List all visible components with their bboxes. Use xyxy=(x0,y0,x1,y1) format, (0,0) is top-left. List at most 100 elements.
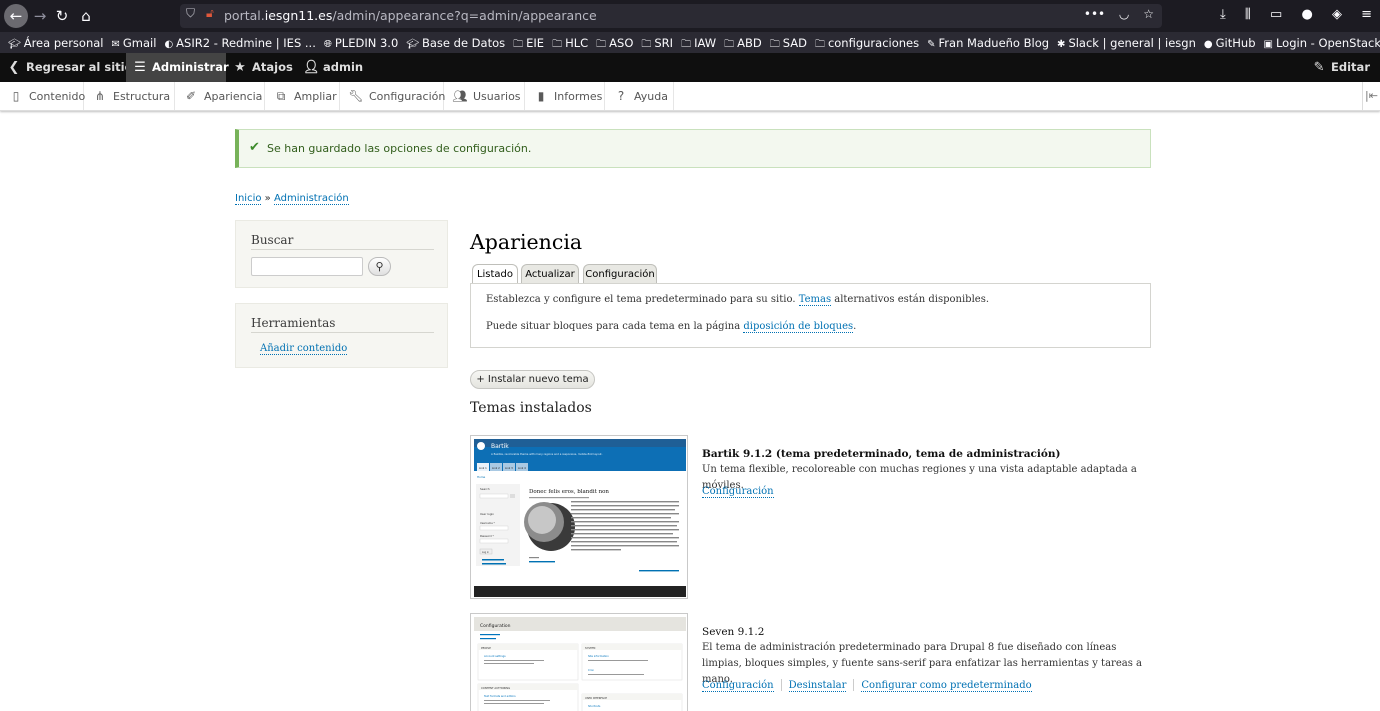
reload-icon[interactable]: ↻ xyxy=(50,4,74,28)
bartik-preview-password: Password * xyxy=(480,534,494,538)
breadcrumb: Inicio » Administración xyxy=(235,193,349,205)
tray-item-people[interactable]: 👥︎ Usuarios xyxy=(444,82,525,110)
page-title: Apariencia xyxy=(470,230,583,254)
tab-configuracion[interactable]: Configuración xyxy=(583,264,657,284)
bookmark-item[interactable]: 🗀 ASO xyxy=(596,33,633,53)
bookmark-item[interactable]: ◐ ASIR2 - Redmine | IES ... xyxy=(164,33,315,53)
bookmark-item[interactable]: 🗀 configuraciones xyxy=(815,33,919,53)
installed-themes-heading: Temas instalados xyxy=(470,400,592,416)
bookmark-star-icon[interactable]: ☆ xyxy=(1143,7,1154,21)
add-content-link[interactable]: Añadir contenido xyxy=(260,343,348,355)
seven-preview-system-heading: SYSTEM xyxy=(585,646,595,650)
edit-toggle[interactable]: ✎ Editar xyxy=(1311,53,1370,82)
help-text: . xyxy=(853,321,857,332)
seven-configuration-link[interactable]: Configuración xyxy=(702,679,774,692)
help-text: Establezca y configure el tema predeterm… xyxy=(486,294,799,305)
bookmark-item[interactable]: 🎓︎ Área personal xyxy=(8,33,103,53)
bookmark-item[interactable]: 🗀 SAD xyxy=(770,33,807,53)
bookmark-item[interactable]: 🗀 EIE xyxy=(513,33,544,53)
seven-preview-cron-link: Cron xyxy=(588,668,594,672)
seven-preview-title: Configuration xyxy=(480,623,511,629)
bartik-preview-username: Username * xyxy=(480,521,496,525)
shortcuts-tab[interactable]: ★ Atajos xyxy=(232,53,293,82)
bookmark-item[interactable]: 🌐︎ PLEDIN 3.0 xyxy=(324,33,398,53)
bookmark-label: Slack | general | iesgn xyxy=(1068,36,1196,50)
github-icon: ● xyxy=(1203,39,1213,50)
admin-toolbar: ❮ Regresar al sitio ☰ Administrar ★ Atajos … xyxy=(0,53,1380,82)
back-to-site-label: Regresar al sitio xyxy=(26,60,133,74)
bookmark-label: GitHub xyxy=(1215,36,1256,50)
menu-icon[interactable]: ≡ xyxy=(1361,7,1372,22)
tray-label-configuration: Configuración xyxy=(369,90,446,103)
divider xyxy=(780,679,782,691)
bartik-theme-links: Configuración xyxy=(702,486,774,498)
tray-item-appearance[interactable]: ✐ Apariencia xyxy=(175,82,265,110)
breadcrumb-admin-link[interactable]: Administración xyxy=(273,193,349,205)
tray-item-configuration[interactable]: 🔧︎ Configuración xyxy=(340,82,446,110)
back-arrow-icon[interactable]: ← xyxy=(4,4,28,28)
browser-toolbar: ← → ↻ ⌂ ⛉ 🔓︎ portal.iesgn11.es/admin/app… xyxy=(0,0,1380,32)
shortcuts-label: Atajos xyxy=(252,60,293,74)
user-tab[interactable]: 👤︎ admin xyxy=(303,53,363,82)
themes-link[interactable]: Temas xyxy=(798,294,832,306)
more-actions-icon[interactable]: ••• xyxy=(1084,7,1105,21)
bookmark-label: configuraciones xyxy=(827,36,920,50)
pocket-icon[interactable]: ◡ xyxy=(1119,7,1129,21)
bookmark-item[interactable]: 🗀 IAW xyxy=(681,33,716,53)
divider xyxy=(251,249,434,250)
library-icon[interactable]: ⫼ xyxy=(1245,7,1251,22)
tray-item-extend[interactable]: ⧉ Ampliar xyxy=(265,82,340,110)
search-input[interactable] xyxy=(251,257,363,276)
extensions-icon[interactable]: ◈ xyxy=(1332,7,1342,22)
url-prefix: portal. xyxy=(224,8,265,23)
seven-set-default-link[interactable]: Configurar como predeterminado xyxy=(861,679,1032,692)
search-icon: ⚲ xyxy=(375,260,384,273)
address-bar[interactable]: ⛉ 🔓︎ portal.iesgn11.es/admin/appearance?… xyxy=(180,4,1162,28)
bookmark-label: Área personal xyxy=(23,36,104,50)
bookmark-item[interactable]: ✎ Fran Madueño Blog xyxy=(927,33,1049,53)
block-layout-link[interactable]: diposición de bloques xyxy=(743,321,854,333)
tray-label-appearance: Apariencia xyxy=(204,90,263,103)
tray-item-help[interactable]: ? Ayuda xyxy=(605,82,674,110)
bookmark-item[interactable]: 🎓︎ Base de Datos xyxy=(406,33,505,53)
tray-item-structure[interactable]: ⋔ Estructura xyxy=(84,82,175,110)
home-icon[interactable]: ⌂ xyxy=(74,4,98,28)
structure-icon: ⋔ xyxy=(94,89,106,103)
sidebar-icon[interactable]: ▭ xyxy=(1270,7,1282,22)
bookmark-item[interactable]: ✱ Slack | general | iesgn xyxy=(1057,33,1196,53)
url-text[interactable]: portal.iesgn11.es/admin/appearance?q=adm… xyxy=(224,8,597,23)
breadcrumb-home-link[interactable]: Inicio xyxy=(235,193,262,205)
insecure-lock-icon[interactable]: 🔓︎ xyxy=(206,6,214,21)
bartik-preview-login-button: Log in xyxy=(482,551,489,554)
bookmark-item[interactable]: 🗀 HLC xyxy=(552,33,588,53)
bookmark-item[interactable]: 🗀 SRI xyxy=(641,33,673,53)
account-icon[interactable]: ● xyxy=(1301,7,1312,22)
download-icon[interactable]: ⤓ xyxy=(1220,7,1226,22)
status-message-text: Se han guardado las opciones de configur… xyxy=(267,142,532,155)
tray-item-reports[interactable]: ▮ Informes xyxy=(525,82,605,110)
bookmark-label: Gmail xyxy=(122,36,157,50)
bookmark-item[interactable]: ● GitHub xyxy=(1204,33,1256,53)
bookmark-item[interactable]: ▣Login - OpenStack Das... xyxy=(1264,33,1380,53)
install-theme-button[interactable]: + Instalar nuevo tema xyxy=(470,370,595,389)
help-region: Establezca y configure el tema predeterm… xyxy=(470,283,1151,348)
tray-item-content[interactable]: ▯ Contenido xyxy=(0,82,85,110)
back-to-site-link[interactable]: ❮ Regresar al sitio xyxy=(6,53,133,82)
search-button[interactable]: ⚲ xyxy=(368,257,391,276)
url-path: /admin/appearance?q=admin/appearance xyxy=(332,8,597,23)
tray-orientation-toggle[interactable]: |⇤ xyxy=(1362,82,1380,110)
bartik-preview-site-name: Bartik xyxy=(491,443,509,450)
bookmark-item[interactable]: ✉ Gmail xyxy=(111,33,156,53)
manage-tab[interactable]: ☰ Administrar xyxy=(126,53,229,82)
tab-actualizar[interactable]: Actualizar xyxy=(521,264,579,284)
seven-uninstall-link[interactable]: Desinstalar xyxy=(788,679,847,692)
folder-icon: 🗀 xyxy=(724,39,735,50)
tab-listado[interactable]: Listado xyxy=(472,264,518,285)
shield-icon: ⛉ xyxy=(186,6,196,20)
help-text-themes: Establezca y configure el tema predeterm… xyxy=(486,294,989,306)
globe-icon: 🌐︎ xyxy=(323,39,332,50)
bookmark-item[interactable]: 🗀 ABD xyxy=(724,33,762,53)
bartik-configuration-link[interactable]: Configuración xyxy=(702,486,774,498)
forward-arrow-icon[interactable]: → xyxy=(28,4,52,28)
divider xyxy=(251,332,434,333)
